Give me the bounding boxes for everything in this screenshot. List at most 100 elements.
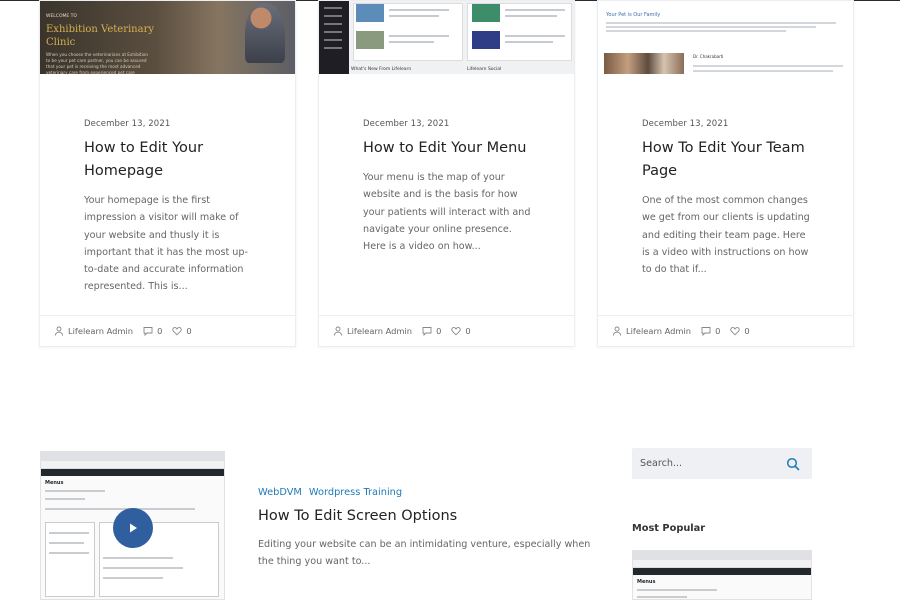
like-button[interactable]: 0	[730, 326, 750, 336]
thumb-browser-tabs	[633, 551, 811, 560]
thumb-caption: What's New From Lifelearn	[351, 67, 412, 72]
thumb-line	[45, 490, 105, 492]
thumb-line	[389, 35, 449, 37]
like-count: 0	[465, 326, 471, 336]
author-link[interactable]: Lifelearn Admin	[612, 326, 691, 336]
author-name: Lifelearn Admin	[68, 326, 134, 336]
thumb-line	[103, 557, 173, 559]
comment-count: 0	[436, 326, 442, 336]
thumb-line	[49, 542, 84, 544]
card-meta-bar: Lifelearn Admin 0 0	[319, 315, 574, 346]
thumb-browser-toolbar	[41, 461, 224, 469]
post-title-link[interactable]: How To Edit Screen Options	[258, 508, 457, 524]
search-box	[632, 448, 812, 479]
thumb-browser-toolbar	[633, 560, 811, 568]
category-link[interactable]: Wordpress Training	[309, 487, 402, 498]
thumb-line	[103, 577, 163, 579]
thumb-admin-bar	[633, 568, 811, 575]
card-thumbnail[interactable]: Your Pet is Our Family Dr. Chakrabarti	[598, 1, 853, 74]
post-title-link[interactable]: How to Edit Your Menu	[363, 137, 535, 160]
post-excerpt: One of the most common changes we get fr…	[642, 195, 810, 276]
comments-link[interactable]: 0	[701, 326, 720, 336]
thumb-line	[45, 508, 195, 510]
post-title-link[interactable]: How to Edit Your Homepage	[84, 137, 256, 183]
thumb-line	[505, 15, 557, 17]
thumb-image	[472, 31, 500, 49]
play-icon	[130, 523, 137, 533]
thumb-person-photo	[245, 3, 285, 63]
post-date: December 13, 2021	[363, 119, 450, 129]
comments-link[interactable]: 0	[422, 326, 441, 336]
post-excerpt: Your homepage is the first impression a …	[84, 195, 248, 293]
blog-card[interactable]: What's New From Lifelearn Lifelearn Soci…	[318, 0, 575, 347]
thumb-line	[606, 30, 786, 32]
thumb-line	[637, 589, 717, 591]
thumb-admin-sidebar	[319, 1, 349, 74]
author-name: Lifelearn Admin	[626, 326, 692, 336]
post-video-thumbnail[interactable]: Menus	[40, 451, 225, 600]
post-date: December 13, 2021	[84, 119, 171, 129]
thumb-line	[693, 65, 843, 67]
thumb-line	[389, 41, 434, 43]
thumb-admin-bar	[41, 469, 224, 476]
thumb-image	[356, 4, 384, 22]
thumb-line	[103, 567, 183, 569]
card-meta-bar: Lifelearn Admin 0 0	[40, 315, 295, 346]
comment-icon	[143, 327, 153, 336]
like-button[interactable]: 0	[172, 326, 192, 336]
post-excerpt: Your menu is the map of your website and…	[363, 172, 531, 253]
thumb-line	[606, 22, 836, 24]
post-excerpt: Editing your website can be an intimidat…	[258, 539, 591, 568]
search-icon[interactable]	[786, 457, 800, 471]
thumb-line	[389, 15, 439, 17]
popular-post-thumbnail[interactable]: Menus	[632, 550, 812, 600]
card-thumbnail[interactable]: WELCOME TO Exhibition Veterinary Clinic …	[40, 1, 295, 74]
comment-icon	[422, 327, 432, 336]
thumb-line	[505, 35, 565, 37]
post-categories: WebDVM Wordpress Training	[258, 487, 402, 498]
blog-card[interactable]: WELCOME TO Exhibition Veterinary Clinic …	[39, 0, 296, 347]
like-count: 0	[186, 326, 192, 336]
like-count: 0	[744, 326, 750, 336]
thumb-line	[505, 9, 565, 11]
thumb-doctor-name: Dr. Chakrabarti	[693, 54, 724, 59]
thumb-image	[472, 4, 500, 22]
comment-count: 0	[157, 326, 163, 336]
heart-icon	[730, 327, 741, 336]
thumb-intro-text: When you choose the veterinarians at Exh…	[46, 52, 149, 74]
search-input[interactable]	[640, 458, 780, 469]
post-title-link[interactable]: How To Edit Your Team Page	[642, 137, 814, 183]
post-date: December 13, 2021	[642, 119, 729, 129]
thumb-menus-heading: Menus	[637, 579, 656, 585]
thumb-clinic-name: Exhibition Veterinary Clinic	[46, 24, 155, 48]
heart-icon	[451, 327, 462, 336]
thumb-welcome-text: WELCOME TO	[46, 14, 77, 19]
thumb-caption: Lifelearn Social	[467, 67, 502, 72]
author-link[interactable]: Lifelearn Admin	[333, 326, 412, 336]
thumb-line	[389, 9, 449, 11]
comment-icon	[701, 327, 711, 336]
user-icon	[54, 326, 64, 336]
card-thumbnail[interactable]: What's New From Lifelearn Lifelearn Soci…	[319, 1, 574, 74]
author-name: Lifelearn Admin	[347, 326, 413, 336]
card-meta-bar: Lifelearn Admin 0 0	[598, 315, 853, 346]
user-icon	[612, 326, 622, 336]
category-link[interactable]: WebDVM	[258, 487, 302, 498]
thumb-browser-tabs	[41, 452, 224, 461]
like-button[interactable]: 0	[451, 326, 471, 336]
thumb-line	[49, 552, 89, 554]
thumb-line	[45, 498, 85, 500]
play-button[interactable]	[113, 508, 153, 548]
blog-card[interactable]: Your Pet is Our Family Dr. Chakrabarti D…	[597, 0, 854, 347]
thumb-menus-heading: Menus	[45, 480, 64, 486]
thumb-line	[637, 596, 687, 598]
author-link[interactable]: Lifelearn Admin	[54, 326, 133, 336]
user-icon	[333, 326, 343, 336]
widget-title: Most Popular	[632, 523, 706, 534]
thumb-line	[606, 26, 816, 28]
comments-link[interactable]: 0	[143, 326, 162, 336]
thumb-heading: Your Pet is Our Family	[606, 12, 661, 18]
comment-count: 0	[715, 326, 721, 336]
thumb-line	[693, 70, 833, 72]
heart-icon	[172, 327, 183, 336]
